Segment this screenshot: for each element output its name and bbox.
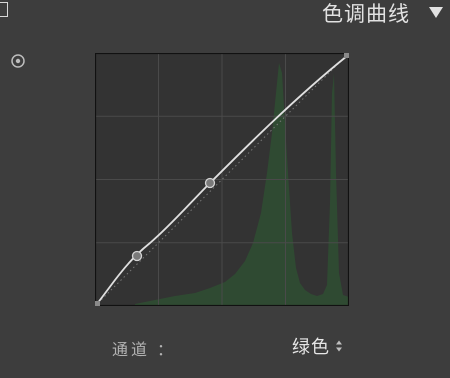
- triangle-down-icon[interactable]: [429, 7, 443, 18]
- curve-point-white[interactable]: [344, 53, 349, 58]
- curve-point-black[interactable]: [95, 301, 100, 306]
- curve-graph[interactable]: [95, 53, 349, 306]
- panel-header: 色调曲线: [0, 0, 450, 26]
- curve-point-shadows[interactable]: [131, 250, 143, 262]
- channel-value: 绿色: [292, 337, 330, 358]
- channel-select[interactable]: 绿色: [292, 334, 343, 358]
- panel-title: 色调曲线: [322, 2, 410, 26]
- collapse-toggle-icon[interactable]: [0, 2, 8, 17]
- channel-colon: ：: [157, 340, 174, 359]
- channel-label: 通道: [112, 340, 151, 359]
- target-adjust-icon[interactable]: [10, 53, 26, 69]
- updown-arrows-icon: [336, 340, 342, 352]
- curve-point-midtones[interactable]: [204, 177, 216, 189]
- tone-curve-panel: 色调曲线 通道 ： 绿色: [0, 0, 450, 378]
